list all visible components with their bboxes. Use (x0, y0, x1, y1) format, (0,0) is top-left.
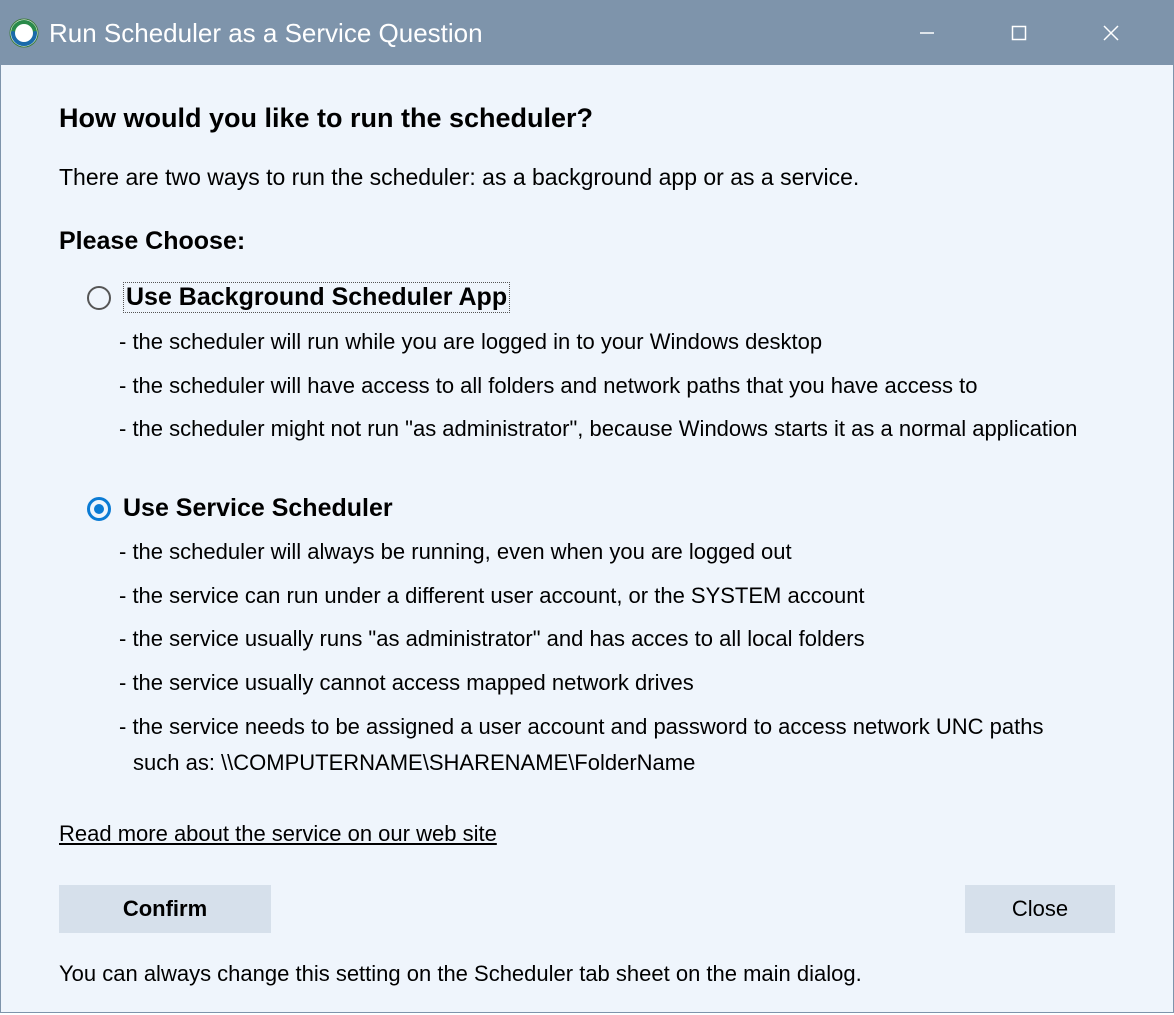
app-icon (9, 18, 39, 48)
page-heading: How would you like to run the scheduler? (59, 103, 1115, 134)
window-controls (881, 1, 1157, 65)
titlebar: Run Scheduler as a Service Question (1, 1, 1173, 65)
option1-row[interactable]: Use Background Scheduler App (87, 282, 1115, 313)
option2-title: Use Service Scheduler (123, 494, 393, 523)
list-item: - the service usually cannot access mapp… (119, 668, 1115, 698)
list-item: - the scheduler will always be running, … (119, 537, 1115, 567)
read-more-link[interactable]: Read more about the service on our web s… (59, 821, 1115, 847)
option2-bullets: - the scheduler will always be running, … (119, 537, 1115, 777)
close-button[interactable]: Close (965, 885, 1115, 933)
list-item: - the service usually runs "as administr… (119, 624, 1115, 654)
footer-note: You can always change this setting on th… (59, 961, 1115, 987)
button-row: Confirm Close (59, 885, 1115, 933)
choose-label: Please Choose: (59, 227, 1115, 256)
dialog-window: Run Scheduler as a Service Question How … (0, 0, 1174, 1013)
minimize-button[interactable] (881, 1, 973, 65)
list-item-continuation: such as: \\COMPUTERNAME\SHARENAME\Folder… (133, 748, 1115, 778)
close-window-button[interactable] (1065, 1, 1157, 65)
radio-background-app[interactable] (87, 286, 111, 310)
list-item: - the service can run under a different … (119, 581, 1115, 611)
option-background-app: Use Background Scheduler App - the sched… (87, 282, 1115, 458)
option2-row[interactable]: Use Service Scheduler (87, 494, 1115, 523)
option1-title: Use Background Scheduler App (123, 282, 510, 313)
option1-bullets: - the scheduler will run while you are l… (119, 327, 1115, 444)
list-item: - the service needs to be assigned a use… (119, 712, 1115, 742)
list-item: - the scheduler might not run "as admini… (119, 414, 1115, 444)
list-item: - the scheduler will have access to all … (119, 371, 1115, 401)
maximize-button[interactable] (973, 1, 1065, 65)
dialog-content: How would you like to run the scheduler?… (1, 65, 1173, 1015)
intro-text: There are two ways to run the scheduler:… (59, 164, 1115, 191)
window-title: Run Scheduler as a Service Question (49, 18, 881, 49)
option-service-scheduler: Use Service Scheduler - the scheduler wi… (87, 494, 1115, 777)
confirm-button[interactable]: Confirm (59, 885, 271, 933)
list-item: - the scheduler will run while you are l… (119, 327, 1115, 357)
radio-service-scheduler[interactable] (87, 497, 111, 521)
